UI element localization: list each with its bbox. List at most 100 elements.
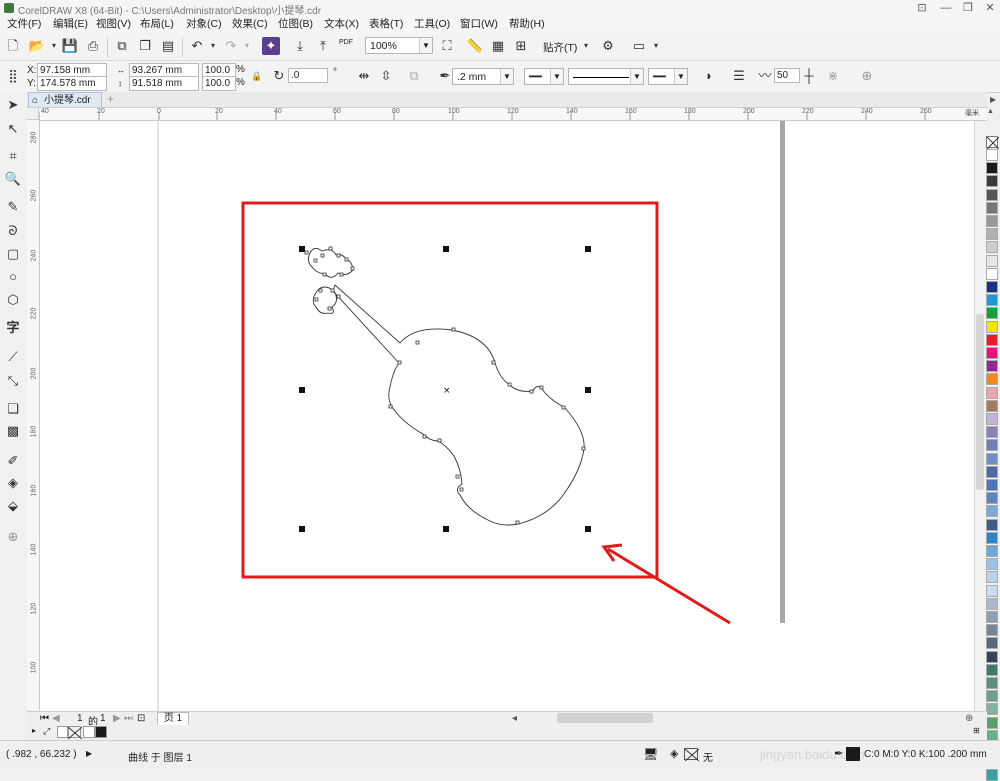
palette-swatch[interactable] <box>986 413 998 425</box>
show-rulers-icon[interactable]: 📏 <box>466 37 484 55</box>
start-arrowhead-select[interactable]: ━━ ▼ <box>524 68 564 85</box>
show-grid-icon[interactable]: ▦ <box>489 37 507 55</box>
add-tab-icon[interactable]: + <box>107 92 114 106</box>
palette-swatch[interactable] <box>986 333 998 346</box>
connector-tool-icon[interactable]: ⤡ <box>4 372 22 390</box>
palette-swatch[interactable] <box>986 677 998 689</box>
break-apart-icon[interactable] <box>405 67 423 85</box>
outline-color-swatch[interactable] <box>846 747 860 761</box>
pick-tool-icon[interactable]: ➤ <box>4 96 22 114</box>
zoom-tool-icon[interactable]: 🔍 <box>4 170 22 188</box>
palette-swatch[interactable] <box>986 175 998 188</box>
help-window-icon[interactable]: ⊡ <box>912 0 932 16</box>
palette-no-color-swatch[interactable] <box>986 136 1000 150</box>
last-page-icon[interactable]: ⏭ <box>124 713 133 724</box>
horizontal-scrollbar-thumb[interactable] <box>557 713 653 723</box>
palette-swatch[interactable] <box>986 624 998 637</box>
previous-page-icon[interactable]: ◀ <box>52 713 60 724</box>
palette-swatch[interactable] <box>986 637 998 650</box>
drop-shadow-icon[interactable]: ❏ <box>4 400 22 418</box>
vertical-scrollbar-thumb[interactable] <box>976 314 984 490</box>
cut-icon[interactable]: ⧉ <box>113 37 131 55</box>
palette-swatch[interactable] <box>986 347 998 359</box>
color-palette[interactable]: ▲ <box>985 108 1000 781</box>
mirror-horizontal-icon[interactable]: ⇹ <box>355 67 373 85</box>
open-icon[interactable]: 📂 <box>28 37 46 55</box>
palette-swatch[interactable] <box>986 769 998 781</box>
status-arrow-icon[interactable]: ▶ <box>86 749 92 758</box>
save-icon[interactable]: 💾 <box>61 37 79 55</box>
horizontal-ruler[interactable]: 40 20 0 20 40 60 80 100 120 140 160 180 … <box>27 108 987 121</box>
zoom-fit-icon[interactable]: ⊕ <box>965 713 973 724</box>
publish-pdf-icon[interactable]: PDF <box>339 39 353 46</box>
maximize-button[interactable]: ❐ <box>958 0 978 16</box>
scroll-left-icon[interactable]: ◂ <box>512 713 517 724</box>
menu-layout[interactable]: 布局(L) <box>137 17 177 32</box>
gear-icon[interactable]: ⚙ <box>599 37 617 55</box>
freehand-tool-icon[interactable]: ✎ <box>4 198 22 216</box>
palette-swatch[interactable] <box>986 241 998 254</box>
palette-swatch[interactable] <box>986 663 998 676</box>
palette-swatch[interactable] <box>986 531 998 544</box>
no-color-swatch[interactable] <box>67 726 83 740</box>
mirror-vertical-icon[interactable]: ⇳ <box>377 67 395 85</box>
full-screen-icon[interactable]: ⛶ <box>438 37 456 55</box>
menu-help[interactable]: 帮助(H) <box>506 17 548 32</box>
artistic-media-icon[interactable]: ᘐ <box>4 222 22 240</box>
smoothness-slider-icon[interactable]: ┼ <box>800 67 818 85</box>
add-icon[interactable]: ⊕ <box>858 67 876 85</box>
palette-swatch[interactable] <box>986 399 998 412</box>
height-field[interactable]: 91.518 mm <box>129 76 199 91</box>
next-page-icon[interactable]: ▶ <box>113 713 121 724</box>
palette-swatch[interactable] <box>986 584 998 597</box>
menu-object[interactable]: 对象(C) <box>183 17 225 32</box>
black-swatch[interactable] <box>95 726 107 738</box>
line-style-select[interactable]: ▼ <box>568 68 644 85</box>
palette-swatch[interactable] <box>986 149 998 161</box>
interactive-fill-icon[interactable]: ◈ <box>4 474 22 492</box>
minimize-button[interactable]: — <box>936 0 956 16</box>
palette-swatch[interactable] <box>986 465 998 478</box>
palette-swatch[interactable] <box>986 307 998 320</box>
new-document-icon[interactable]: 🗋 <box>4 37 22 55</box>
export-icon[interactable]: ⤒ <box>314 37 332 55</box>
rectangle-tool-icon[interactable]: ▢ <box>4 245 22 263</box>
snap-dropdown-chevron-icon[interactable]: ▾ <box>577 37 595 55</box>
end-arrowhead-select[interactable]: ━━ ▼ <box>648 68 688 85</box>
palette-swatch[interactable] <box>986 360 998 373</box>
node-tool-icon[interactable]: ⋇ <box>824 67 842 85</box>
curve-smoothness-field[interactable]: 50 <box>774 68 800 83</box>
text-wrap-icon[interactable]: ☰ <box>730 67 748 85</box>
app-launcher-icon[interactable]: ▭ <box>630 37 648 55</box>
snap-to-dropdown[interactable]: 贴齐(T) <box>543 40 577 55</box>
show-guidelines-icon[interactable]: ⊞ <box>512 37 530 55</box>
palette-swatch[interactable] <box>986 716 998 729</box>
menu-table[interactable]: 表格(T) <box>366 17 406 32</box>
paste-icon[interactable]: ▤ <box>159 37 177 55</box>
eyedropper-icon[interactable]: ✐ <box>4 452 22 470</box>
palette-swatch[interactable] <box>986 452 998 465</box>
polygon-tool-icon[interactable]: ⬡ <box>4 291 22 309</box>
color-proof-icon[interactable]: 🖥 <box>643 747 658 761</box>
y-position-field[interactable]: 174.578 mm <box>37 76 107 91</box>
menu-bitmaps[interactable]: 位图(B) <box>275 17 316 32</box>
ellipse-tool-icon[interactable]: ○ <box>4 268 22 286</box>
vertical-ruler[interactable]: 280 260 240 220 200 180 160 140 120 100 <box>27 120 40 710</box>
palette-swatch[interactable] <box>986 518 998 531</box>
lock-ratio-icon[interactable]: 🔒 <box>248 67 266 85</box>
reduce-nodes-icon[interactable]: 〰 <box>756 67 774 85</box>
menu-tools[interactable]: 工具(O) <box>411 17 453 32</box>
palette-swatch[interactable] <box>986 703 998 716</box>
palette-scroll-up-icon[interactable]: ▲ <box>987 108 994 115</box>
menu-text[interactable]: 文本(X) <box>321 17 362 32</box>
add-tool-icon[interactable]: ⊕ <box>4 528 22 546</box>
palette-swatch[interactable] <box>986 254 998 267</box>
palette-swatch[interactable] <box>986 201 998 214</box>
palette-swatch[interactable] <box>986 281 998 293</box>
smart-fill-icon[interactable]: ⬙ <box>4 497 22 515</box>
palette-swatch[interactable] <box>986 545 998 557</box>
palette-swatch[interactable] <box>986 215 998 227</box>
object-origin-icon[interactable]: ⣿ <box>4 67 22 85</box>
palette-swatch[interactable] <box>986 492 998 505</box>
menu-file[interactable]: 文件(F) <box>4 17 44 32</box>
